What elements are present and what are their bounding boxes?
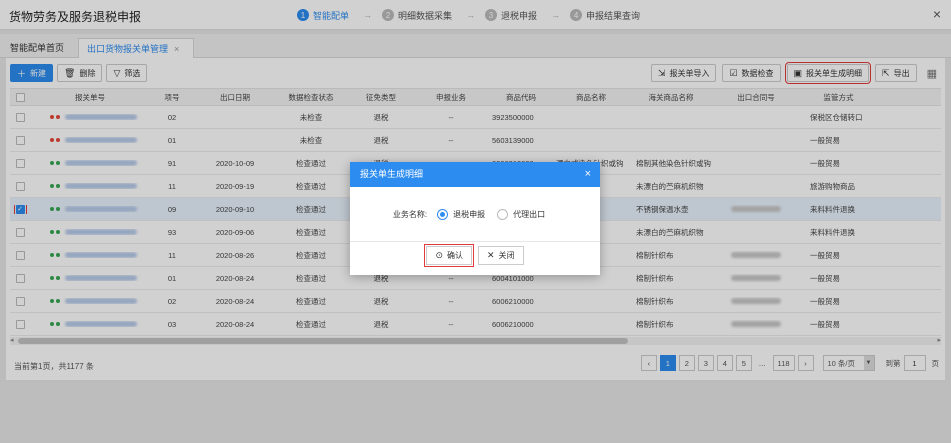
radio-checked-icon [437, 208, 449, 220]
dialog-body: 业务名称: 退税申报 代理出口 [350, 187, 600, 242]
business-name-label: 业务名称: [392, 209, 428, 219]
radio-unchecked-icon [497, 208, 509, 220]
dialog-footer: ⊙ 确认 ✕ 关闭 [350, 244, 600, 267]
dialog-close-icon[interactable]: × [585, 162, 591, 187]
close-button-label: 关闭 [498, 251, 515, 260]
radio-tax-refund-label: 退税申报 [453, 209, 486, 219]
check-circle-icon: ⊙ [435, 250, 443, 260]
close-icon: ✕ [487, 250, 495, 260]
confirm-button[interactable]: ⊙ 确认 [424, 244, 474, 267]
close-button[interactable]: ✕ 关闭 [478, 246, 524, 265]
confirm-button-label: 确认 [447, 251, 463, 260]
radio-tax-refund[interactable]: 退税申报 [437, 208, 486, 220]
dialog-title: 报关单生成明细 [360, 169, 424, 179]
radio-agent-export-label: 代理出口 [513, 209, 546, 219]
radio-agent-export[interactable]: 代理出口 [497, 208, 546, 220]
generate-detail-dialog: 报关单生成明细 × 业务名称: 退税申报 代理出口 ⊙ 确认 ✕ 关闭 [350, 162, 600, 275]
dialog-header: 报关单生成明细 × [350, 162, 600, 187]
